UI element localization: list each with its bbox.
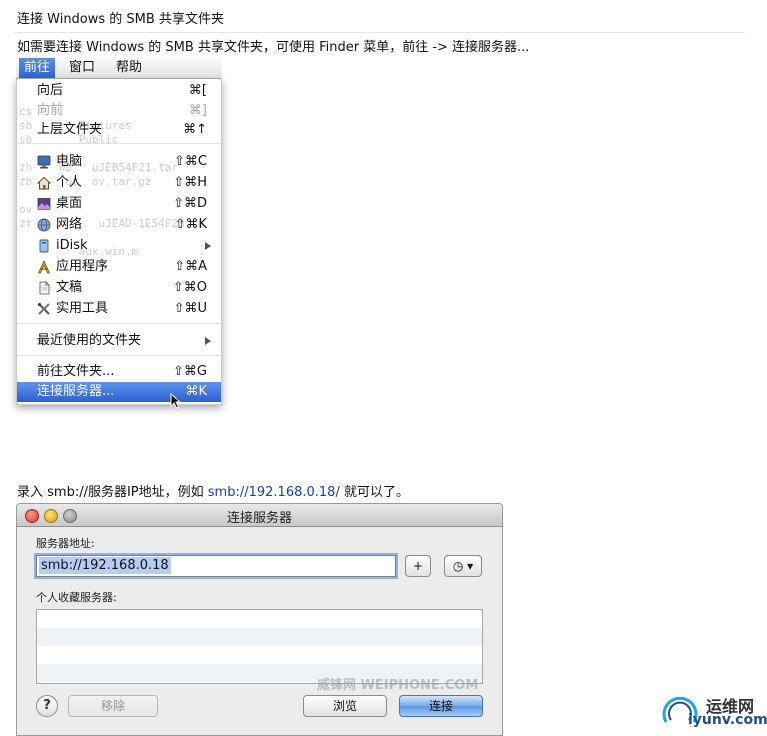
documents-icon bbox=[39, 281, 50, 295]
instruction-text: 录入 smb://服务器IP地址，例如 smb://192.168.0.18/ … bbox=[17, 481, 409, 500]
menu-item-go-to-folder[interactable]: 前往文件夹... ⇧⌘G bbox=[17, 362, 221, 382]
instruction-example-link: smb://192.168.0.18/ bbox=[207, 485, 340, 500]
utilities-icon bbox=[38, 303, 50, 315]
menu-item-home[interactable]: 个人 ⇧⌘H bbox=[17, 173, 221, 193]
menu-item-shortcut: ⇧⌘G bbox=[173, 364, 207, 379]
applications-icon bbox=[37, 260, 51, 274]
menu-item-forward[interactable]: 向前 ⌘] bbox=[17, 101, 221, 121]
page-heading: 连接 Windows 的 SMB 共享文件夹 bbox=[17, 12, 224, 27]
favorite-servers-list[interactable] bbox=[36, 609, 483, 684]
menu-item-label: 向后 bbox=[37, 83, 64, 98]
menu-item-enclosing-folder[interactable]: 上层文件夹 ⌘↑ bbox=[17, 120, 221, 140]
menu-item-shortcut: ⇧⌘H bbox=[173, 175, 207, 190]
menu-separator bbox=[17, 355, 221, 356]
home-icon bbox=[37, 176, 51, 190]
menu-item-shortcut: ⌘K bbox=[185, 384, 207, 399]
menu-item-shortcut: ⇧⌘O bbox=[172, 280, 207, 295]
connect-button[interactable]: 连接 bbox=[399, 695, 483, 717]
browse-button[interactable]: 浏览 bbox=[303, 695, 387, 717]
favorite-servers-label: 个人收藏服务器: bbox=[36, 591, 117, 604]
menu-item-label: 个人 bbox=[56, 175, 83, 190]
dialog-titlebar[interactable]: 连接服务器 bbox=[17, 504, 502, 527]
connect-server-dialog: 连接服务器 服务器地址: smb://192.168.0.18 + ◷ ▾ 个人… bbox=[16, 503, 503, 736]
menu-item-connect-to-server[interactable]: 连接服务器... ⌘K bbox=[17, 382, 221, 402]
menu-item-shortcut: ⌘↑ bbox=[183, 122, 207, 137]
menu-item-label: 电脑 bbox=[56, 154, 83, 169]
menu-item-recent-folders[interactable]: 最近使用的文件夹 bbox=[17, 331, 221, 351]
menu-item-shortcut: ⇧⌘A bbox=[174, 259, 207, 274]
desktop-icon bbox=[37, 198, 51, 210]
menu-item-label: 最近使用的文件夹 bbox=[37, 333, 142, 348]
menu-separator bbox=[17, 143, 221, 144]
list-item[interactable] bbox=[37, 646, 482, 664]
menu-bar: 前往 窗口 帮助 bbox=[16, 58, 221, 79]
menu-item-label: 文稿 bbox=[56, 280, 83, 295]
menu-item-shortcut: ⇧⌘U bbox=[173, 301, 207, 316]
menu-item-shortcut: ⇧⌘C bbox=[174, 154, 207, 169]
instruction-text-before: 录入 smb://服务器IP地址，例如 bbox=[17, 485, 208, 500]
network-icon bbox=[37, 218, 51, 232]
help-button[interactable]: ? bbox=[36, 695, 58, 717]
menubar-help[interactable]: 帮助 bbox=[111, 58, 147, 78]
menu-item-desktop[interactable]: 桌面 ⇧⌘D bbox=[17, 194, 221, 214]
menu-item-label: 前往文件夹... bbox=[37, 364, 115, 379]
mouse-cursor-icon bbox=[170, 393, 182, 409]
server-address-value: smb://192.168.0.18 bbox=[39, 557, 171, 574]
remove-button[interactable]: 移除 bbox=[68, 695, 158, 717]
menu-item-network[interactable]: 网络 ⇧⌘K bbox=[17, 215, 221, 235]
submenu-arrow-icon bbox=[205, 337, 211, 345]
list-item[interactable] bbox=[37, 610, 482, 628]
menu-item-label: 向前 bbox=[37, 103, 64, 118]
menu-item-back[interactable]: 向后 ⌘[ bbox=[17, 81, 221, 101]
dialog-title: 连接服务器 bbox=[226, 511, 292, 526]
menu-item-label: 网络 bbox=[56, 217, 83, 232]
intro-text: 如需要连接 Windows 的 SMB 共享文件夹，可使用 Finder 菜单，… bbox=[17, 40, 530, 55]
menubar-window[interactable]: 窗口 bbox=[64, 58, 100, 78]
menu-item-label: 连接服务器... bbox=[37, 384, 115, 399]
menu-item-label: 上层文件夹 bbox=[37, 122, 103, 137]
site-logo-en: iyunv.com bbox=[688, 712, 767, 728]
recent-servers-button[interactable]: ◷ ▾ bbox=[444, 555, 482, 577]
menu-item-label: iDisk bbox=[56, 238, 88, 253]
menu-separator bbox=[17, 323, 221, 324]
watermark: 威锋网 WEIPHONE.COM bbox=[317, 678, 479, 693]
menu-item-label: 桌面 bbox=[56, 196, 83, 211]
server-address-input[interactable]: smb://192.168.0.18 bbox=[36, 555, 396, 577]
menu-item-shortcut: ⇧⌘D bbox=[173, 196, 207, 211]
menu-item-shortcut: ⌘] bbox=[188, 103, 207, 118]
menu-item-idisk[interactable]: iDisk bbox=[17, 236, 221, 256]
menu-item-label: 实用工具 bbox=[56, 301, 109, 316]
menu-item-shortcut: ⇧⌘K bbox=[174, 217, 207, 232]
menu-item-applications[interactable]: 应用程序 ⇧⌘A bbox=[17, 257, 221, 277]
divider bbox=[14, 32, 745, 33]
add-favorite-button[interactable]: + bbox=[405, 555, 431, 577]
menu-item-documents[interactable]: 文稿 ⇧⌘O bbox=[17, 278, 221, 298]
menu-item-computer[interactable]: 电脑 ⇧⌘C bbox=[17, 152, 221, 172]
menubar-go[interactable]: 前往 bbox=[19, 58, 56, 78]
server-address-label: 服务器地址: bbox=[36, 537, 95, 550]
idisk-icon bbox=[39, 239, 49, 253]
list-item[interactable] bbox=[37, 628, 482, 646]
go-menu: cs sb Pictures sb Public zh Wb uJEB54F21… bbox=[16, 79, 222, 405]
menu-item-utilities[interactable]: 实用工具 ⇧⌘U bbox=[17, 299, 221, 319]
instruction-text-after: 就可以了。 bbox=[339, 485, 409, 500]
computer-icon bbox=[37, 155, 51, 169]
menu-item-shortcut: ⌘[ bbox=[188, 83, 207, 98]
submenu-arrow-icon bbox=[205, 242, 211, 250]
menu-item-label: 应用程序 bbox=[56, 259, 109, 274]
